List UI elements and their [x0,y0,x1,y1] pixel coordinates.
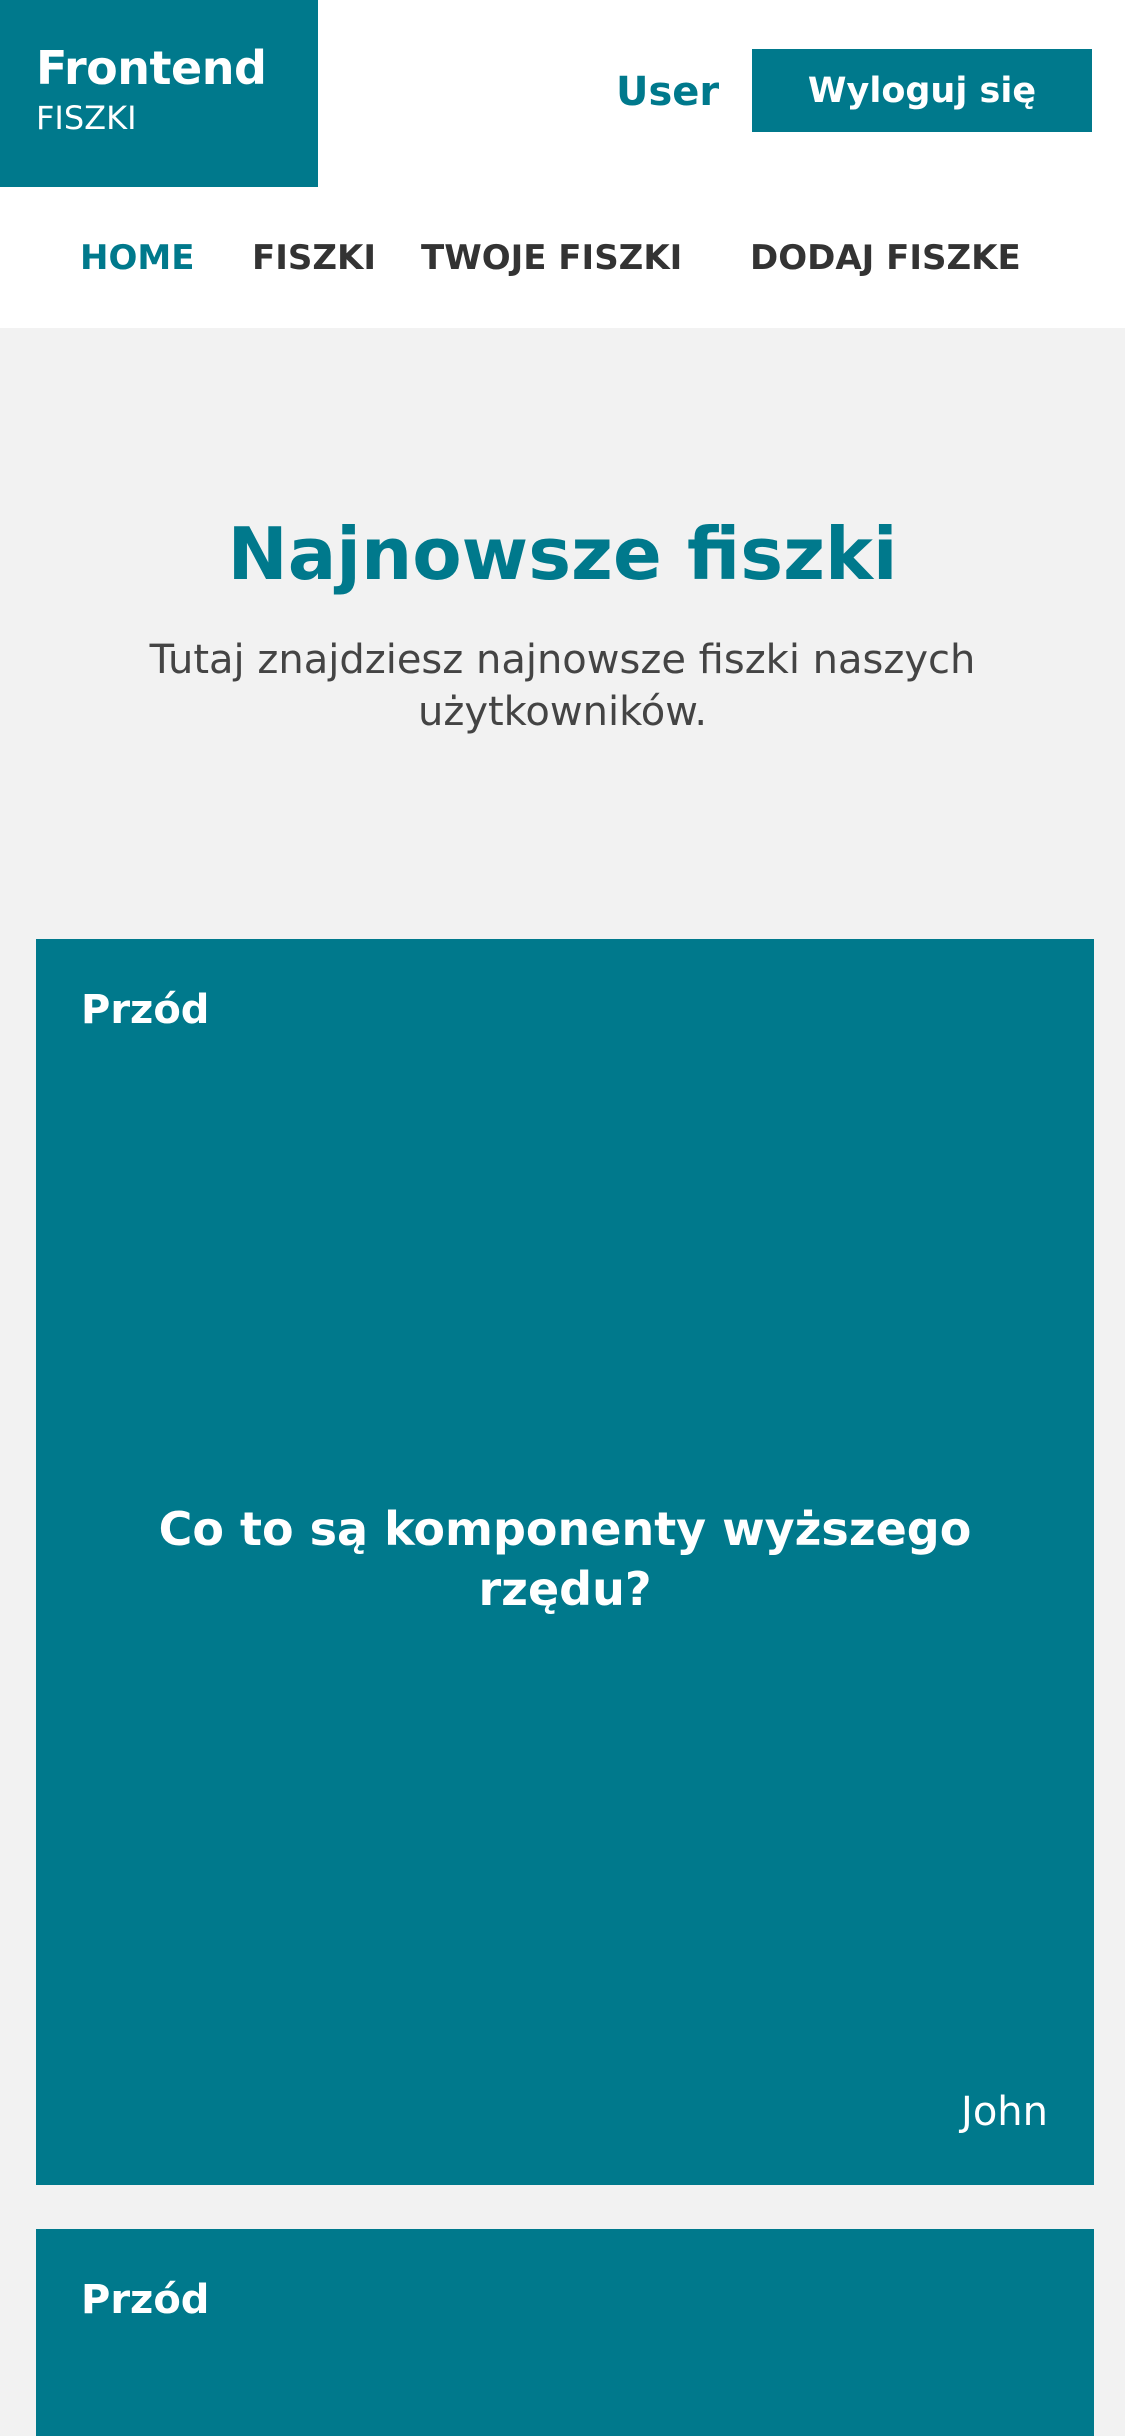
nav-item-dodaj-fiszke[interactable]: DODAJ FISZKE [750,228,1021,288]
flashcard[interactable]: Przód [36,2229,1094,2436]
intro-section: Najnowsze fiszki Tutaj znajdziesz najnow… [0,504,1125,738]
page-title: Najnowsze fiszki [227,512,898,596]
card-side-label: Przód [81,987,210,1033]
nav-item-home[interactable]: HOME [80,228,194,288]
card-author: John [961,2089,1048,2135]
user-link[interactable]: User [616,64,719,120]
flashcard[interactable]: Przód Co to są komponenty wyższego rzędu… [36,939,1094,2185]
logout-button[interactable]: Wyloguj się [752,49,1092,132]
logo[interactable]: Frontend FISZKI [0,0,318,187]
card-side-label: Przód [81,2277,210,2323]
main-nav: HOME FISZKI TWOJE FISZKI DODAJ FISZKE [0,228,1125,288]
logo-subtitle: FISZKI [36,99,137,137]
logo-title: Frontend [36,41,267,95]
app-header: Frontend FISZKI User Wyloguj się HOME FI… [0,0,1125,328]
page-subtitle: Tutaj znajdziesz najnowsze fiszki naszyc… [149,637,976,735]
nav-item-fiszki[interactable]: FISZKI [252,228,376,288]
nav-item-twoje-fiszki[interactable]: TWOJE FISZKI [421,228,682,288]
card-question: Co to są komponenty wyższego rzędu? [158,1502,972,1616]
